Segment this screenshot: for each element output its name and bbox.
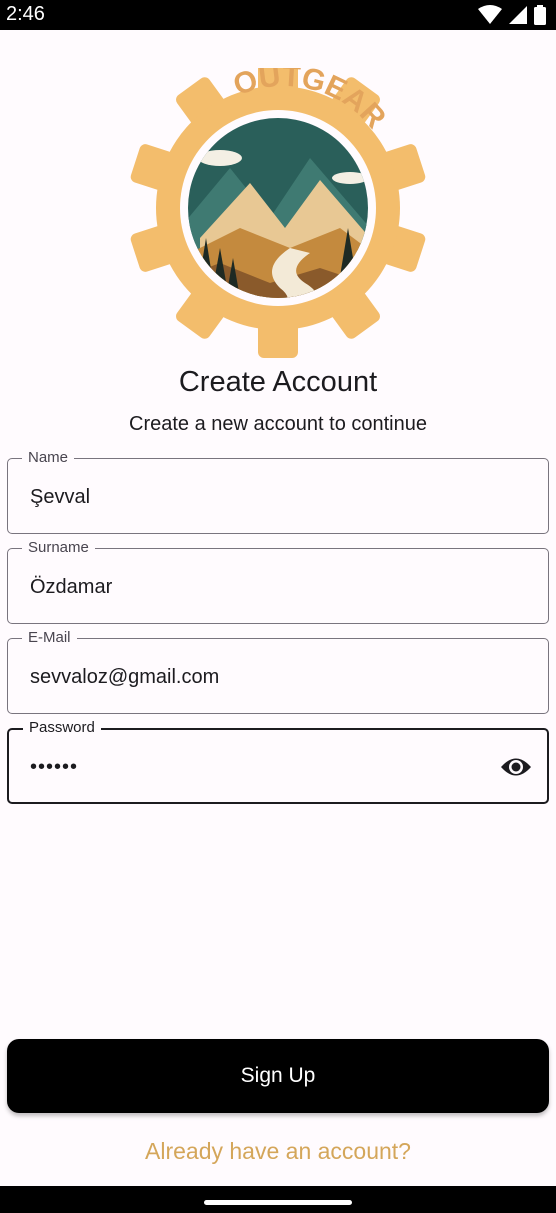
name-field-label: Name [22, 448, 75, 468]
name-field[interactable]: Name Şevval [7, 448, 549, 534]
password-field[interactable]: Password •••••• [7, 718, 549, 804]
name-field-value[interactable]: Şevval [30, 483, 90, 511]
email-field[interactable]: E-Mail sevvaloz@gmail.com [7, 628, 549, 714]
eye-icon[interactable] [499, 752, 533, 782]
page-subtitle: Create a new account to continue [129, 413, 427, 435]
email-field-label: E-Mail [22, 628, 77, 648]
surname-field[interactable]: Surname Özdamar [7, 538, 549, 624]
surname-field-value[interactable]: Özdamar [30, 573, 112, 601]
outgear-logo: OUTGEAR [130, 68, 426, 358]
page-title: Create Account [178, 366, 378, 398]
navigation-bar [0, 1186, 556, 1213]
signal-icon [509, 6, 527, 24]
password-field-label: Password [23, 718, 101, 738]
battery-icon [534, 5, 546, 25]
home-handle[interactable] [204, 1200, 352, 1205]
surname-field-label: Surname [22, 538, 95, 558]
wifi-icon [478, 5, 502, 24]
status-time: 2:46 [6, 3, 45, 25]
signup-button[interactable]: Sign Up [7, 1039, 549, 1113]
status-bar: 2:46 [0, 0, 556, 30]
password-field-value[interactable]: •••••• [30, 753, 78, 781]
login-link[interactable]: Already have an account? [0, 1138, 556, 1165]
email-field-value[interactable]: sevvaloz@gmail.com [30, 663, 219, 691]
status-icons [478, 5, 546, 25]
signup-button-label: Sign Up [240, 1064, 316, 1087]
